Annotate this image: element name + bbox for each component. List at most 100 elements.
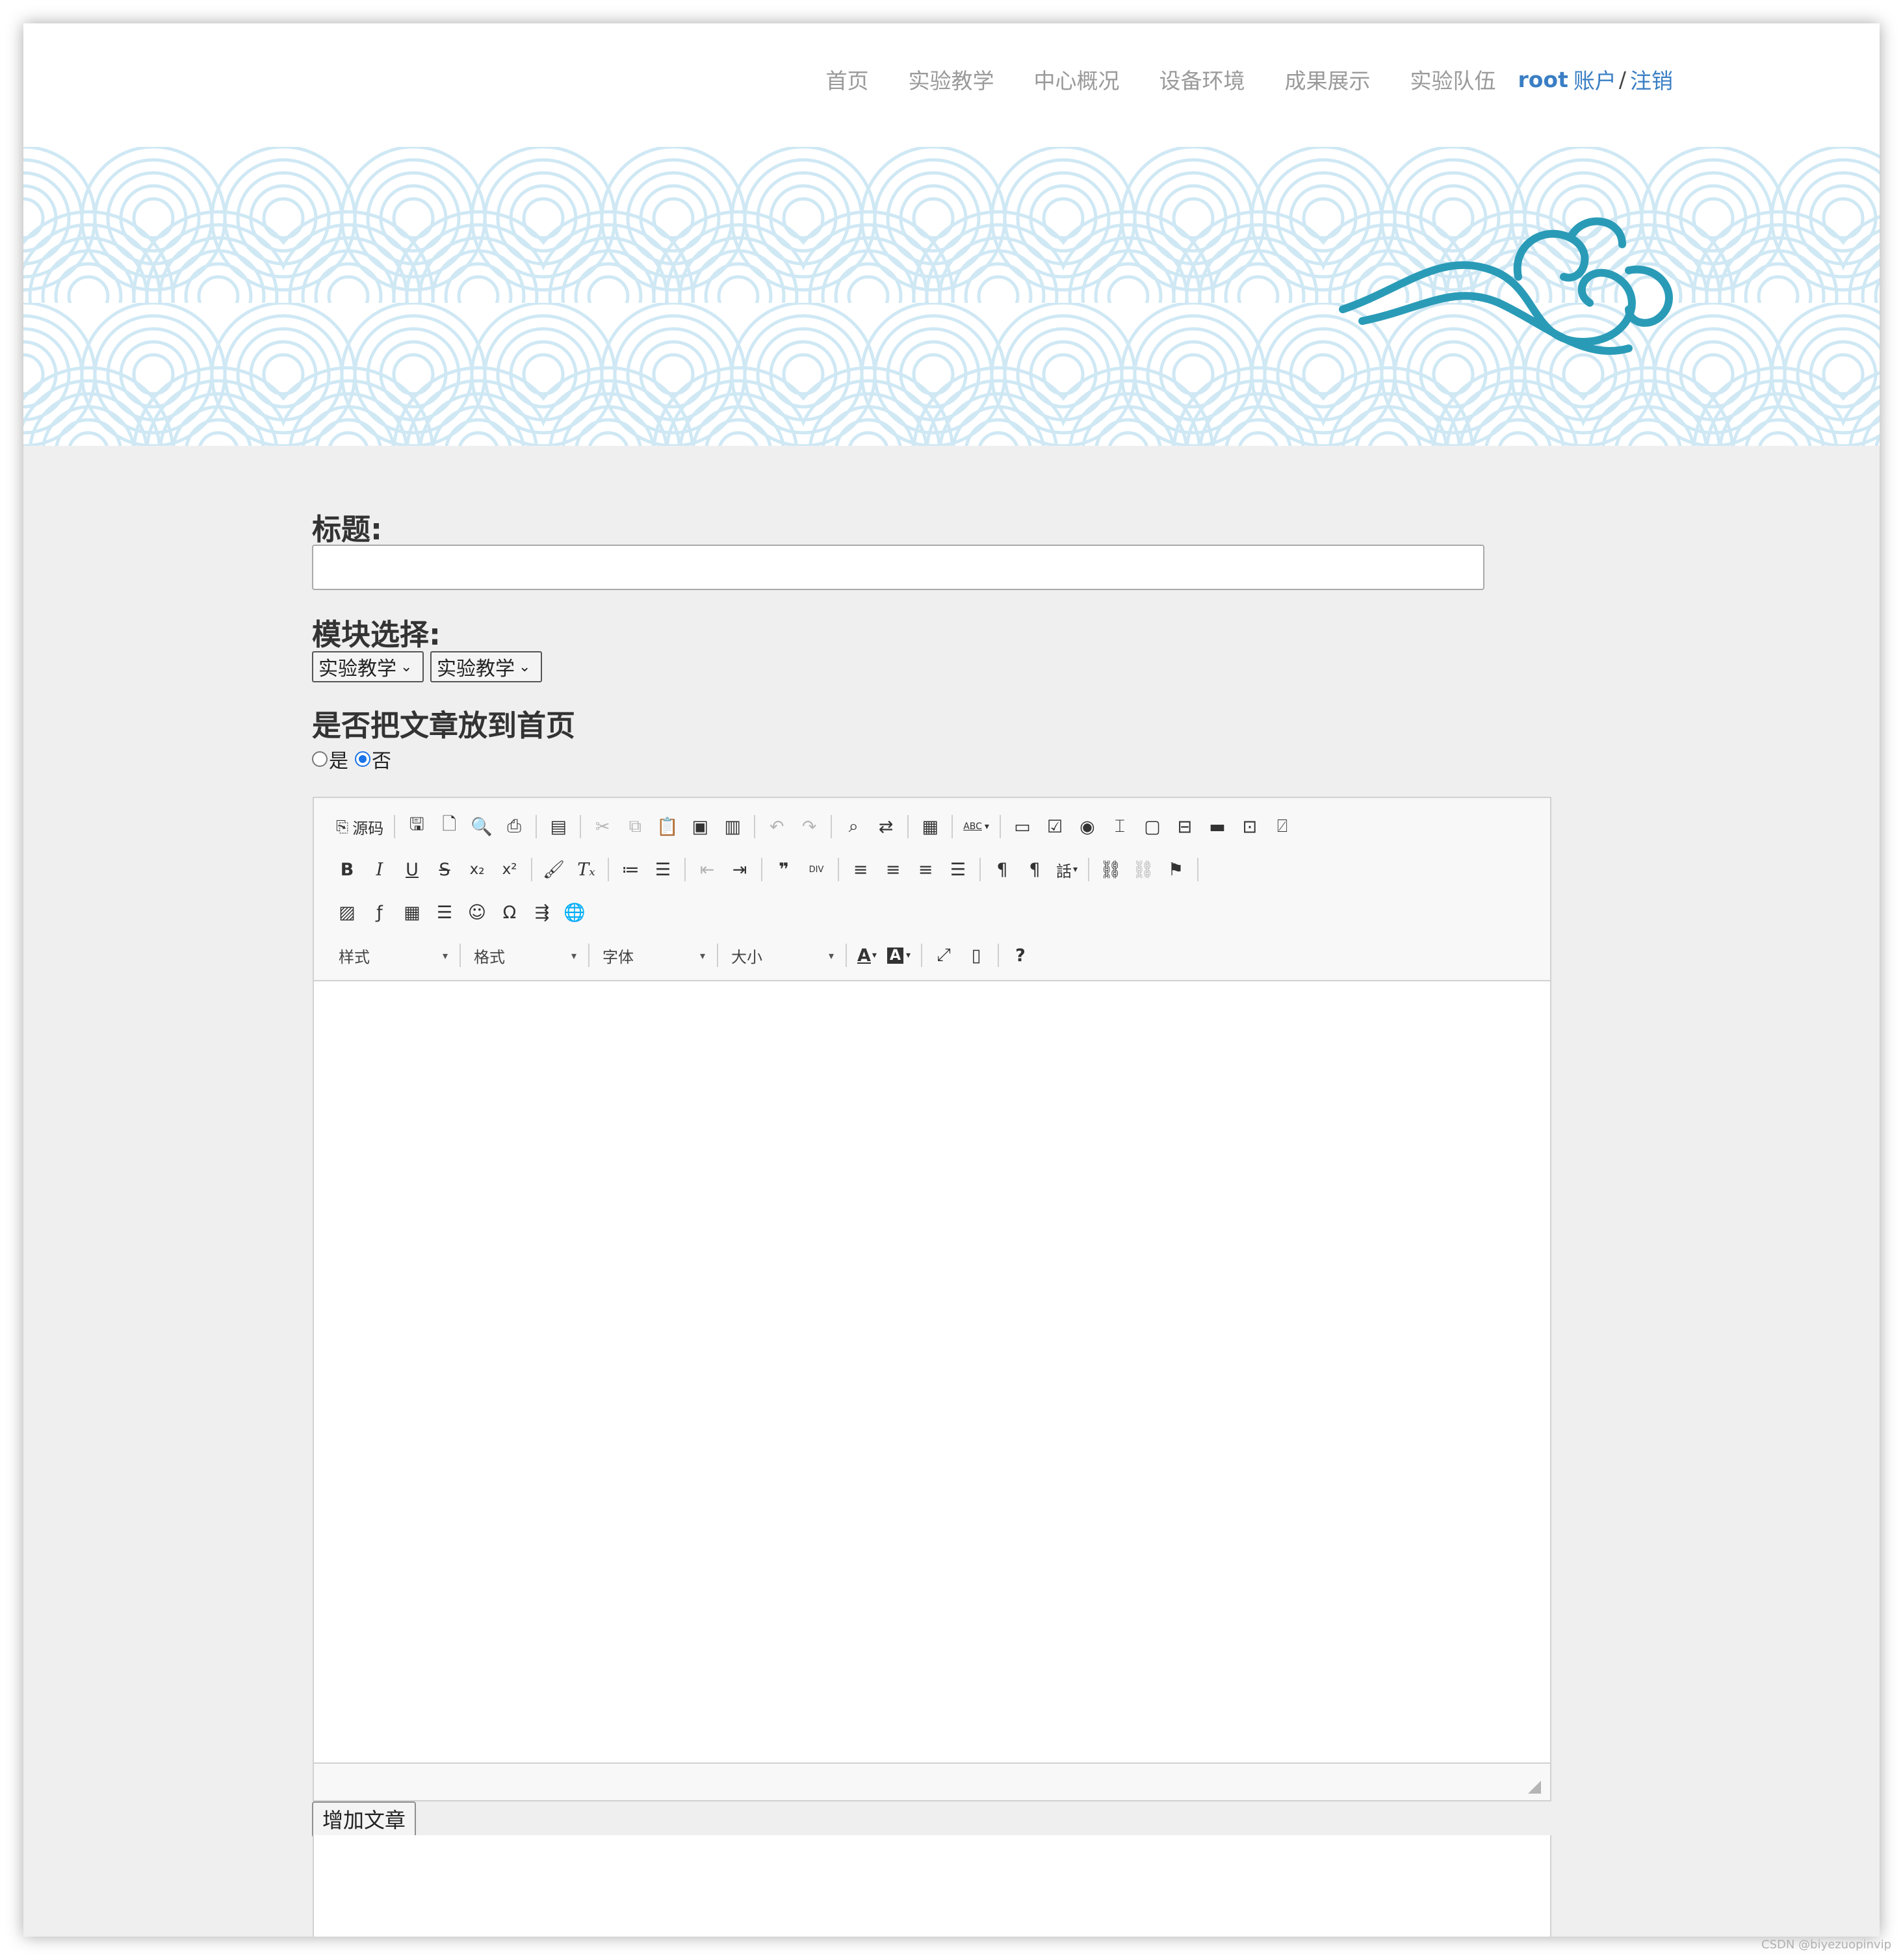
image-icon[interactable]: ▨ [331, 896, 363, 929]
toolbar-separator [1197, 858, 1199, 881]
link-icon[interactable]: ⛓ [1094, 853, 1127, 886]
redo-icon[interactable]: ↷ [793, 810, 825, 843]
copy-format-icon[interactable]: 🖌 [537, 853, 570, 886]
div-button[interactable]: DIV [800, 853, 833, 886]
save-icon[interactable]: 🖫 [400, 810, 433, 843]
size-combo[interactable]: 大小 ▾ [723, 939, 840, 972]
new-page-icon[interactable]: 🗋 [433, 810, 465, 843]
checkbox-icon[interactable]: ☑ [1039, 810, 1071, 843]
templates-icon[interactable]: ▤ [542, 810, 575, 843]
editor-content-area[interactable] [314, 981, 1550, 1762]
chevron-down-icon: ▾ [699, 949, 705, 962]
blockquote-button[interactable]: ❞ [768, 853, 800, 886]
module-select-secondary[interactable]: 实验教学 ⌄ [430, 651, 542, 682]
title-label: 标题: [312, 512, 382, 547]
outdent-icon[interactable]: ⇤ [691, 853, 723, 886]
preview-icon[interactable]: 🔍 [465, 810, 498, 843]
source-button[interactable]: ⎘ 源码 [331, 810, 389, 843]
rtl-icon[interactable]: ¶ [1018, 853, 1051, 886]
spellcheck-button[interactable]: ABC ▾ [958, 810, 994, 843]
radio-icon[interactable]: ◉ [1071, 810, 1104, 843]
replace-icon[interactable]: ⇄ [870, 810, 902, 843]
language-label: 話 [1056, 862, 1072, 881]
horizontal-rule-icon[interactable]: ☰ [428, 896, 461, 929]
unlink-icon[interactable]: ⛓ [1127, 853, 1159, 886]
browser-frame: 首页 实验教学 中心概况 设备环境 成果展示 实验队伍 root 账户 / 注销 [23, 23, 1880, 1937]
styles-combo[interactable]: 样式 ▾ [331, 939, 454, 972]
toolbar-separator [588, 944, 589, 967]
add-article-button[interactable]: 增加文章 [312, 1801, 417, 1837]
nav-equipment[interactable]: 设备环境 [1159, 64, 1245, 95]
underline-button[interactable]: U [396, 853, 428, 886]
background-color-button[interactable]: A ▾ [882, 939, 916, 972]
account-link[interactable]: 账户 [1573, 64, 1616, 95]
module-select-primary-value: 实验教学 [318, 658, 396, 680]
indent-icon[interactable]: ⇥ [723, 853, 756, 886]
show-blocks-icon[interactable]: ▯ [960, 939, 992, 972]
nav-home[interactable]: 首页 [825, 64, 868, 95]
chevron-down-icon: ▾ [571, 949, 576, 962]
toolbar-separator [846, 944, 847, 967]
image-button-icon[interactable]: ⊡ [1234, 810, 1266, 843]
module-select-primary[interactable]: 实验教学 ⌄ [312, 651, 424, 682]
toolbar-separator [952, 815, 953, 838]
resize-handle-icon[interactable] [1528, 1781, 1541, 1794]
paste-text-icon[interactable]: ▣ [684, 810, 716, 843]
subscript-button[interactable]: x₂ [461, 853, 493, 886]
form-icon[interactable]: ▭ [1006, 810, 1039, 843]
bulleted-list-icon[interactable]: ☰ [647, 853, 679, 886]
align-right-icon[interactable]: ≡ [909, 853, 942, 886]
nav-center-overview[interactable]: 中心概况 [1033, 64, 1119, 95]
table-icon[interactable]: ▦ [396, 896, 428, 929]
text-color-button[interactable]: A ▾ [852, 939, 882, 972]
select-field-icon[interactable]: ⊟ [1169, 810, 1201, 843]
bold-button[interactable]: B [331, 853, 363, 886]
align-left-icon[interactable]: ≡ [844, 853, 877, 886]
numbered-list-icon[interactable]: ≔ [614, 853, 647, 886]
copy-icon[interactable]: ⧉ [619, 810, 651, 843]
font-combo[interactable]: 字体 ▾ [595, 939, 712, 972]
nav-achievements[interactable]: 成果展示 [1284, 64, 1370, 95]
button-field-icon[interactable]: ▬ [1201, 810, 1234, 843]
nav-team[interactable]: 实验队伍 [1410, 64, 1495, 95]
title-input[interactable] [312, 545, 1484, 590]
undo-icon[interactable]: ↶ [760, 810, 793, 843]
textarea-icon[interactable]: ▢ [1136, 810, 1169, 843]
toolbar-row-1: ⎘ 源码 🖫 🗋 🔍 ⎙ ▤ ✂ ⧉ 📋 ▣ ▥ ↶ ↷ ⌕ ⇄ ▦ ABC ▾… [331, 807, 1299, 846]
ltr-icon[interactable]: ¶ [986, 853, 1018, 886]
textfield-icon[interactable]: ⌶ [1104, 810, 1136, 843]
chevron-down-icon: ▾ [905, 950, 911, 961]
anchor-flag-icon[interactable]: ⚑ [1159, 853, 1192, 886]
toolbar-row-2: B I U S x₂ x² 🖌 Tₓ ≔ ☰ ⇤ ⇥ ❞ DIV ≡ ≡ ≡ ☰… [331, 850, 1204, 889]
radio-yes[interactable] [312, 751, 328, 767]
chevron-down-icon: ▾ [828, 949, 834, 962]
strike-button[interactable]: S [428, 853, 461, 886]
superscript-button[interactable]: x² [493, 853, 526, 886]
special-char-button[interactable]: Ω [493, 896, 526, 929]
maximize-icon[interactable]: ⤢ [927, 939, 960, 972]
paste-word-icon[interactable]: ▥ [716, 810, 749, 843]
print-icon[interactable]: ⎙ [498, 810, 530, 843]
help-button[interactable]: ? [1004, 939, 1037, 972]
remove-format-button[interactable]: Tₓ [570, 853, 602, 886]
smiley-icon[interactable]: ☺ [461, 896, 493, 929]
find-icon[interactable]: ⌕ [837, 810, 870, 843]
paste-icon[interactable]: 📋 [651, 810, 684, 843]
username: root [1518, 66, 1568, 92]
flash-icon[interactable]: ƒ [363, 896, 396, 929]
language-button[interactable]: 話 ▾ [1051, 853, 1083, 886]
align-center-icon[interactable]: ≡ [877, 853, 909, 886]
radio-no[interactable] [355, 751, 370, 767]
cut-icon[interactable]: ✂ [586, 810, 619, 843]
select-all-icon[interactable]: ▦ [914, 810, 946, 843]
text-color-icon: A [857, 945, 871, 966]
iframe-globe-icon[interactable]: 🌐 [558, 896, 591, 929]
page-break-icon[interactable]: ⇶ [526, 896, 558, 929]
format-combo[interactable]: 格式 ▾ [466, 939, 583, 972]
hidden-field-icon[interactable]: ⍁ [1266, 810, 1299, 843]
logout-link[interactable]: 注销 [1630, 64, 1673, 95]
nav-experiment-teaching[interactable]: 实验教学 [908, 64, 994, 95]
top-navbar: 首页 实验教学 中心概况 设备环境 成果展示 实验队伍 root 账户 / 注销 [23, 23, 1880, 147]
italic-button[interactable]: I [363, 853, 396, 886]
align-justify-icon[interactable]: ☰ [942, 853, 974, 886]
